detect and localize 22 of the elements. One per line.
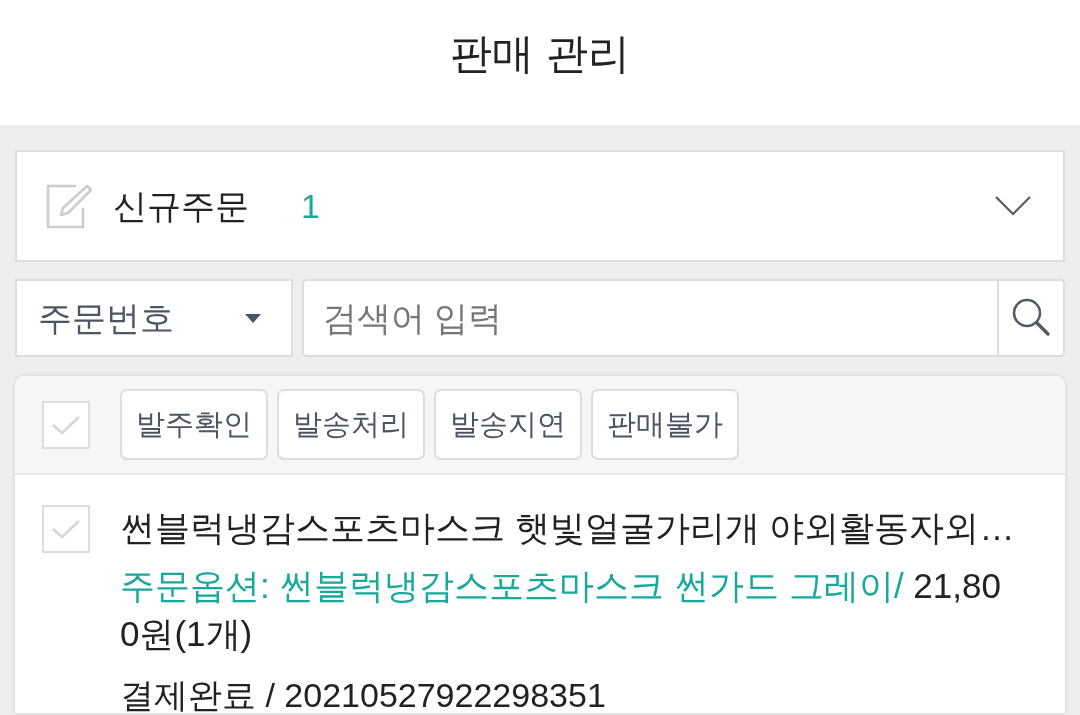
page-title: 판매 관리	[450, 29, 630, 79]
search-field[interactable]: 검색어 입력	[302, 279, 997, 357]
order-count: 1	[301, 185, 320, 227]
payment-status-text: 결제완료 / 20210527922298351	[120, 677, 607, 713]
action-button[interactable]: 발송처리	[277, 389, 425, 460]
chevron-icon[interactable]	[995, 196, 1031, 216]
search-type-select[interactable]: 주문번호	[15, 279, 293, 357]
action-button[interactable]: 판매불가	[591, 389, 739, 460]
checkbox[interactable]	[42, 505, 90, 553]
option-price-text: 주문옵션: 썬블럭냉감스포츠마스크 썬가드 그레이/ 21,800원(1개)	[120, 565, 1002, 655]
action-button[interactable]: 발송지연	[434, 389, 582, 460]
search-button[interactable]	[997, 279, 1065, 357]
product-name[interactable]: 썬블럭냉감스포츠마스크 햇빛얼굴가리개 야외활동자외…	[120, 504, 1017, 552]
checkmark-icon	[51, 414, 81, 435]
action-button[interactable]: 발주확인	[120, 389, 268, 460]
edit-icon	[46, 183, 92, 229]
caret-down-icon	[245, 313, 261, 323]
checkbox[interactable]	[42, 400, 90, 449]
checkmark-icon	[51, 519, 81, 539]
filter-label: 신규주문	[113, 185, 249, 227]
order-filter-panel[interactable]: 신규주문 1	[15, 150, 1065, 262]
search-icon	[1011, 298, 1051, 338]
